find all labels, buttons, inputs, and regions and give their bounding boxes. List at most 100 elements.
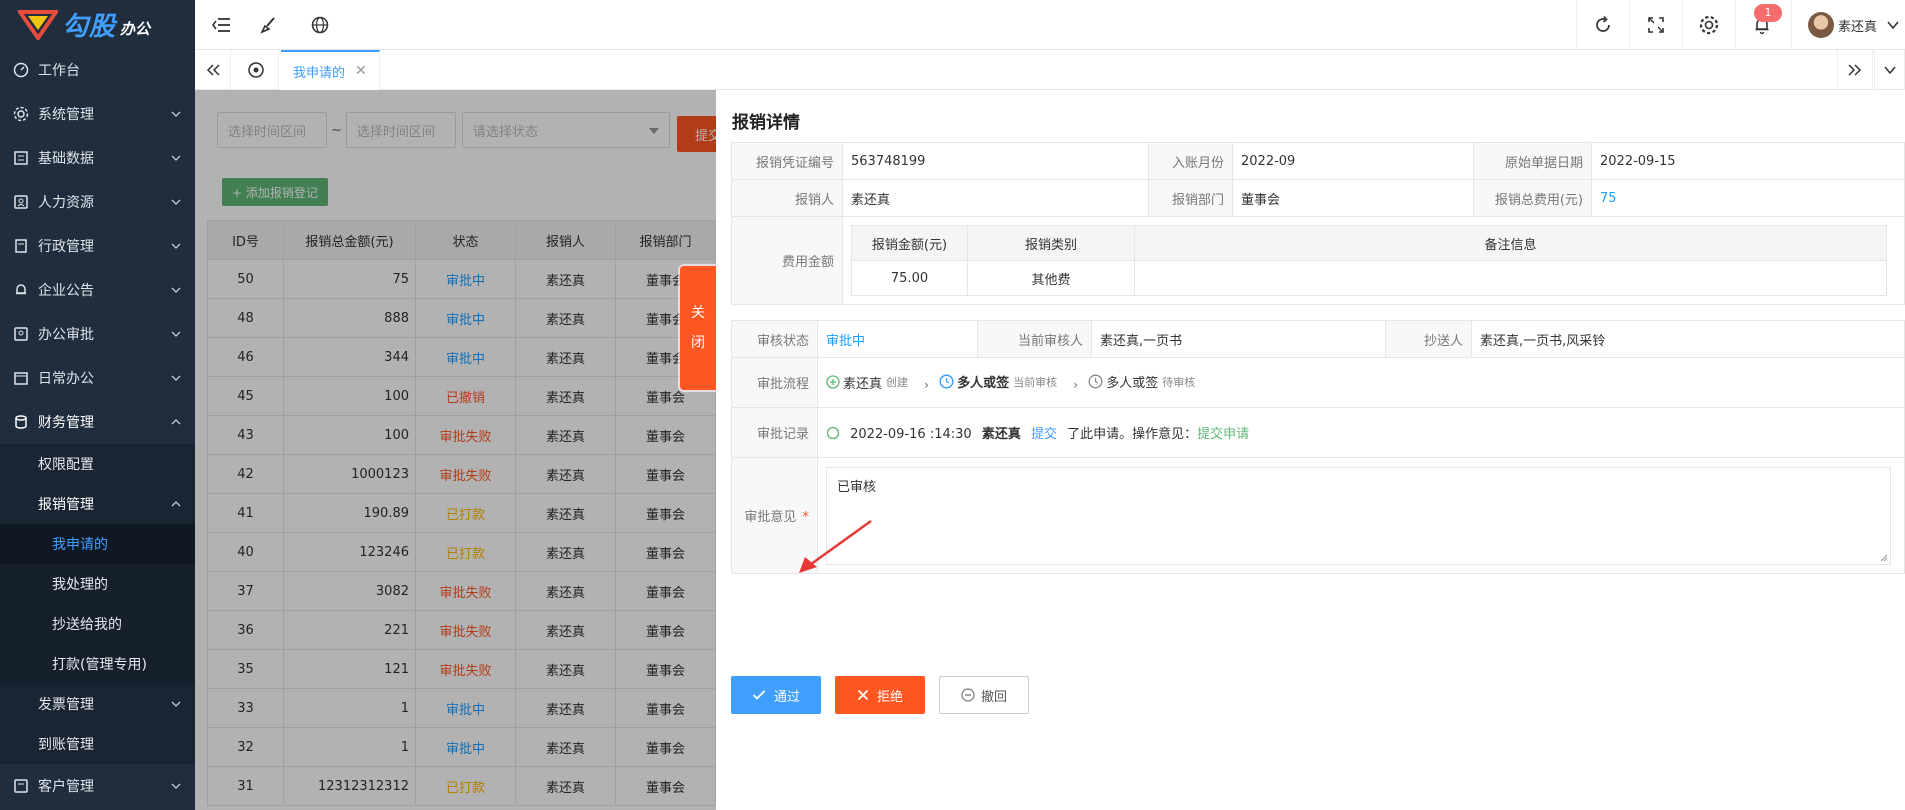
record-dot-icon: [826, 426, 840, 440]
flow-step-tag: 当前审核: [1013, 375, 1058, 389]
sidebar-subitem-receipt[interactable]: 到账管理: [0, 724, 195, 764]
sidebar-subsub-cc-me[interactable]: 抄送给我的: [0, 604, 195, 644]
fee-col-category: 报销类别: [967, 225, 1135, 261]
opinion-label: 审批意见: [744, 510, 797, 525]
sidebar-item-admin[interactable]: 行政管理: [0, 224, 195, 268]
flow-step-pending: 多人或签 待审核: [1088, 372, 1195, 391]
fee-category: 其他费: [967, 260, 1135, 296]
voucher-value: 563748199: [842, 142, 1149, 180]
approve-button[interactable]: 通过: [731, 676, 821, 714]
sidebar-item-label: 客户管理: [38, 779, 94, 795]
avatar[interactable]: [1808, 12, 1834, 38]
flow-step-tag: 创建: [886, 376, 909, 389]
approval-row: 审批意见 * 已审核: [731, 457, 1905, 574]
tabs-menu-chevron-down-icon[interactable]: [1874, 50, 1905, 90]
user-chevron-down-icon[interactable]: [1886, 18, 1900, 32]
chevron-down-icon: [171, 375, 181, 381]
fee-row: 75.00 其他费: [851, 260, 1887, 296]
resize-handle-icon[interactable]: [1880, 554, 1888, 562]
fee-cell: 报销金额(元) 报销类别 备注信息 75.00 其他费: [842, 216, 1905, 305]
person-label: 报销人: [731, 179, 843, 217]
sidebar-subitem-invoice[interactable]: 发票管理: [0, 684, 195, 724]
approval-icon: [12, 325, 30, 343]
home-tab-icon[interactable]: [233, 50, 279, 90]
sidebar-subsub-my-apply[interactable]: 我申请的: [0, 524, 195, 564]
sidebar-subsub-payment[interactable]: 打款(管理专用): [0, 644, 195, 684]
plus-circle-icon: [826, 375, 840, 389]
close-drawer-button[interactable]: 关 闭: [680, 266, 716, 390]
header-divider: [1735, 0, 1736, 50]
tabs-scroll-left-icon[interactable]: [195, 50, 231, 90]
chevron-right-icon: ›: [1073, 378, 1079, 392]
record-time: 2022-09-16 :14:30: [850, 427, 972, 442]
date-value: 2022-09-15: [1591, 142, 1905, 180]
annotation-arrow-icon: [799, 519, 872, 573]
sidebar-item-customer[interactable]: 客户管理: [0, 764, 195, 808]
dept-label: 报销部门: [1148, 179, 1233, 217]
sidebar-item-label: 工作台: [38, 63, 80, 79]
sidebar-subitem-label: 报销管理: [38, 497, 94, 513]
sidebar-subitem-permission[interactable]: 权限配置: [0, 444, 195, 484]
fee-label: 费用金额: [731, 216, 843, 305]
menu-collapse-icon[interactable]: [209, 13, 233, 37]
tab-my-apply[interactable]: 我申请的 ✕: [281, 50, 380, 90]
sidebar-item-approval[interactable]: 办公审批: [0, 312, 195, 356]
detail-drawer: 报销详情 报销凭证编号 563748199 入账月份 2022-09 原始单据日…: [716, 90, 1905, 810]
sidebar-subsub-my-handled[interactable]: 我处理的: [0, 564, 195, 604]
top-header: 1 素还真: [195, 0, 1905, 50]
user-name[interactable]: 素还真: [1838, 16, 1877, 35]
sidebar-item-workbench[interactable]: 工作台: [0, 48, 195, 92]
sidebar-item-finance[interactable]: 财务管理: [0, 400, 195, 444]
sidebar-item-notice[interactable]: 企业公告: [0, 268, 195, 312]
chevron-down-icon: [171, 199, 181, 205]
sidebar-item-basedata[interactable]: 基础数据: [0, 136, 195, 180]
notification-badge: 1: [1754, 4, 1782, 22]
flow-cell: 素还真 创建 › 多人或签 当前审核 › 多人或签 待审核: [817, 357, 1905, 408]
sidebar-item-daily[interactable]: 日常办公: [0, 356, 195, 400]
gear-icon: [12, 105, 30, 123]
chevron-down-icon: [171, 701, 181, 707]
sidebar-item-label: 基础数据: [38, 151, 94, 167]
fee-col-amount: 报销金额(元): [851, 225, 968, 261]
finance-icon: [12, 413, 30, 431]
status-value: 审批中: [817, 320, 978, 358]
dept-value: 董事会: [1232, 179, 1474, 217]
refresh-icon[interactable]: [1591, 13, 1615, 37]
sidebar-subitem-label: 发票管理: [38, 697, 94, 713]
sidebar-item-label: 系统管理: [38, 107, 94, 123]
total-label: 报销总费用(元): [1473, 179, 1592, 217]
approval-row: 审批流程 素还真 创建 › 多人或签 当前审核 › 多人或签 待审核: [731, 357, 1905, 408]
clock-icon: [939, 374, 954, 389]
date-label: 原始单据日期: [1473, 142, 1592, 180]
header-divider: [1791, 0, 1792, 50]
globe-icon[interactable]: [308, 13, 332, 37]
brush-icon[interactable]: [257, 13, 281, 37]
sidebar-item-label: 人力资源: [38, 195, 94, 211]
opinion-text: 已审核: [837, 479, 877, 495]
header-divider: [1682, 0, 1683, 50]
fullscreen-icon[interactable]: [1644, 13, 1668, 37]
approval-table: 审核状态 审批中 当前审核人 素还真,一页书 抄送人 素还真,一页书,风采铃 审…: [731, 320, 1905, 574]
flow-step-current: 多人或签 当前审核: [939, 372, 1057, 391]
voucher-label: 报销凭证编号: [731, 142, 843, 180]
sidebar-item-system[interactable]: 系统管理: [0, 92, 195, 136]
opinion-textarea[interactable]: 已审核: [826, 466, 1891, 565]
logo[interactable]: 勾股 办公: [0, 0, 195, 48]
close-label-2: 闭: [691, 335, 705, 351]
fee-remark: [1134, 260, 1887, 296]
sidebar-item-hr[interactable]: 人力资源: [0, 180, 195, 224]
settings-gear-icon[interactable]: [1697, 13, 1721, 37]
clock-icon: [1088, 374, 1103, 389]
record-opinion: 提交申请: [1197, 427, 1250, 442]
tabs-scroll-right-icon[interactable]: [1837, 50, 1873, 90]
cc-label: 抄送人: [1385, 320, 1472, 358]
reject-label: 拒绝: [876, 689, 903, 705]
person-value: 素还真: [842, 179, 1149, 217]
current-reviewer-value: 素还真,一页书: [1091, 320, 1386, 358]
withdraw-button[interactable]: 撤回: [939, 676, 1029, 714]
status-label: 审核状态: [731, 320, 818, 358]
reject-button[interactable]: 拒绝: [835, 676, 925, 714]
sidebar-subitem-reimbursement[interactable]: 报销管理: [0, 484, 195, 524]
close-icon[interactable]: ✕: [355, 63, 367, 79]
chevron-right-icon: ›: [924, 378, 929, 392]
